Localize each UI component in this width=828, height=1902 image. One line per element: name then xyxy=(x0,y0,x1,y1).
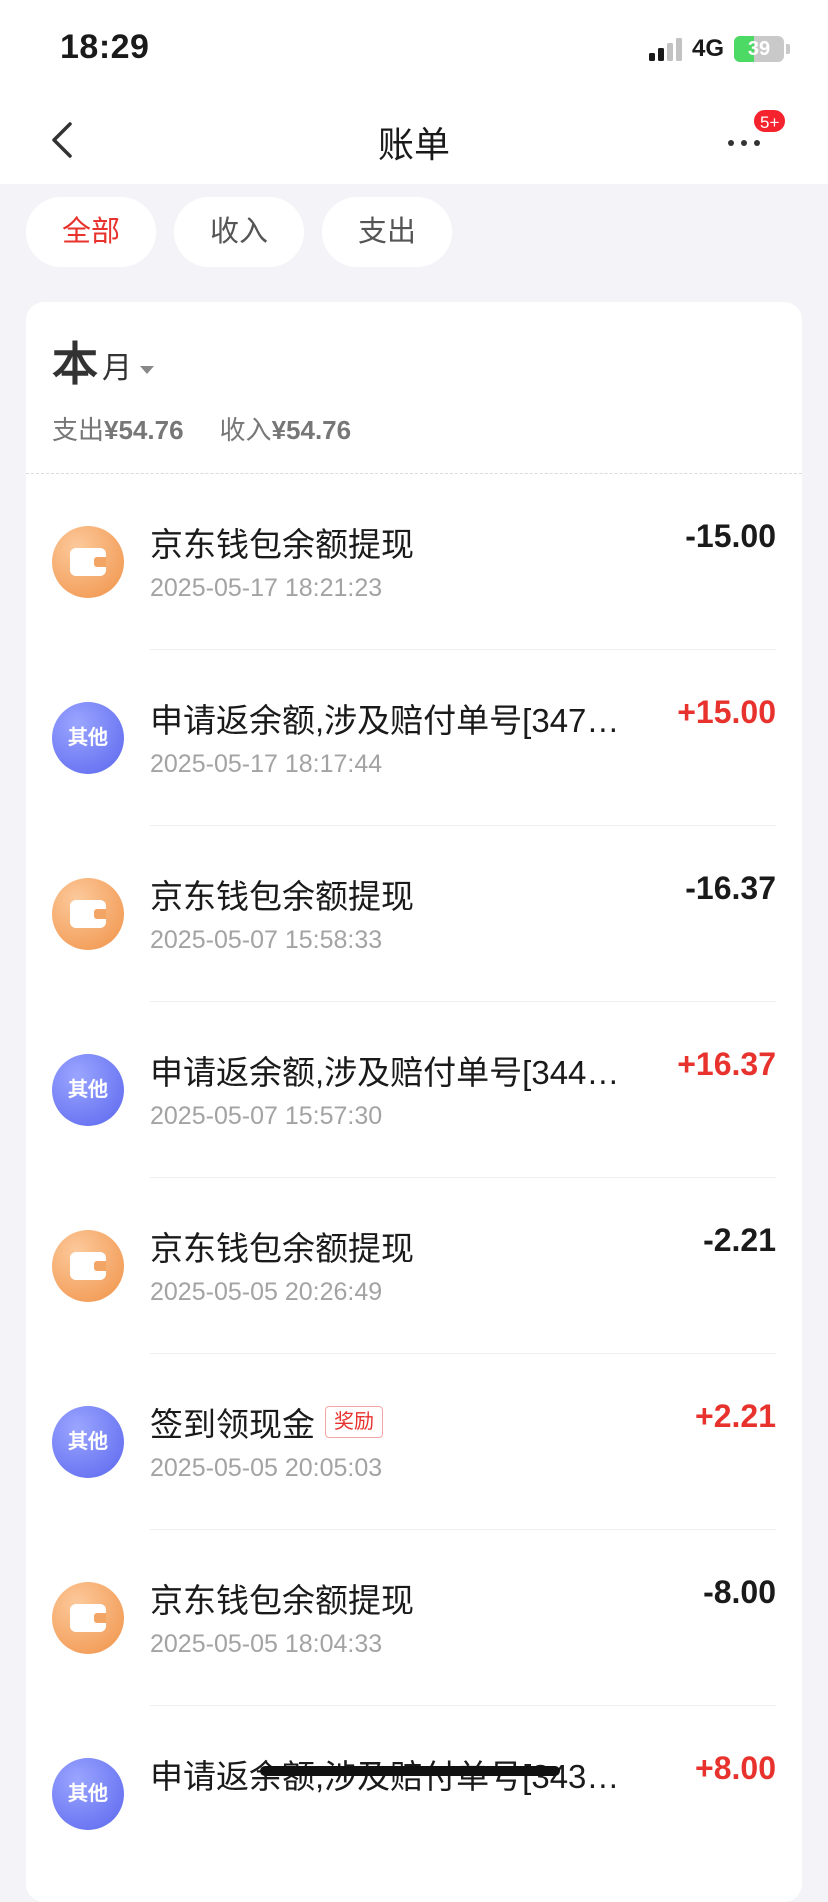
transaction-time: 2025-05-07 15:57:30 xyxy=(150,1102,383,1130)
transaction-time: 2025-05-05 18:04:33 xyxy=(150,1630,383,1658)
transaction-title: 京东钱包余额提现 xyxy=(150,1222,670,1270)
more-button[interactable]: 5+ xyxy=(728,108,788,164)
other-category-label: 其他 xyxy=(68,1783,108,1805)
transaction-title-text: 京东钱包余额提现 xyxy=(150,1582,414,1619)
transaction-time: 2025-05-05 20:26:49 xyxy=(150,1278,383,1306)
home-indicator[interactable] xyxy=(260,1766,560,1776)
transaction-amount: +15.00 xyxy=(677,694,776,730)
bill-card: 本 月 支出¥54.76 收入¥54.76 京东钱包余额提现 2025-05-1… xyxy=(26,302,802,1902)
transaction-title-text: 京东钱包余额提现 xyxy=(150,878,414,915)
income-total: 收入¥54.76 xyxy=(219,415,352,445)
transaction-amount: -2.21 xyxy=(703,1222,776,1258)
wallet-icon xyxy=(52,878,124,950)
transaction-title: 京东钱包余额提现 xyxy=(150,518,670,566)
period-summary: 本 月 支出¥54.76 收入¥54.76 xyxy=(26,302,802,474)
reward-tag: 奖励 xyxy=(325,1406,383,1438)
wallet-icon xyxy=(52,526,124,598)
transaction-amount: -16.37 xyxy=(685,870,776,906)
more-icon xyxy=(728,140,760,146)
wallet-glyph xyxy=(70,900,106,928)
wallet-icon xyxy=(52,1230,124,1302)
battery-icon: 39 xyxy=(734,36,784,62)
notification-badge: 5+ xyxy=(752,108,788,134)
transaction-title-text: 京东钱包余额提现 xyxy=(150,1230,414,1267)
transaction-time: 2025-05-17 18:17:44 xyxy=(150,750,383,778)
wallet-glyph xyxy=(70,1604,106,1632)
transaction-title-text: 申请返余额,涉及赔付单号[347… xyxy=(150,702,620,739)
other-icon: 其他 xyxy=(52,702,124,774)
transaction-row[interactable]: 其他 签到领现金 奖励 2025-05-05 20:05:03 +2.21 xyxy=(26,1354,802,1530)
status-indicators: 4G 39 xyxy=(648,34,790,64)
other-icon: 其他 xyxy=(52,1406,124,1478)
transaction-row[interactable]: 其他 申请返余额,涉及赔付单号[344… 2025-05-07 15:57:30… xyxy=(26,1002,802,1178)
signal-icon xyxy=(648,37,682,61)
period-label-small: 月 xyxy=(102,352,132,385)
transaction-amount: -15.00 xyxy=(685,518,776,554)
transaction-row[interactable]: 京东钱包余额提现 2025-05-17 18:21:23 -15.00 xyxy=(26,474,802,650)
transaction-amount: +2.21 xyxy=(695,1398,776,1434)
transaction-title-text: 签到领现金 xyxy=(150,1406,315,1443)
other-category-label: 其他 xyxy=(68,1079,108,1101)
transaction-amount: -8.00 xyxy=(703,1574,776,1610)
transaction-title-text: 京东钱包余额提现 xyxy=(150,526,414,563)
filter-tabs: 全部 收入 支出 xyxy=(26,197,452,267)
transaction-time: 2025-05-17 18:21:23 xyxy=(150,574,383,602)
filter-expense[interactable]: 支出 xyxy=(322,197,452,267)
transaction-row[interactable]: 京东钱包余额提现 2025-05-05 18:04:33 -8.00 xyxy=(26,1530,802,1706)
other-icon: 其他 xyxy=(52,1758,124,1830)
transaction-title-text: 申请返余额,涉及赔付单号[344… xyxy=(150,1054,620,1091)
status-time: 18:29 xyxy=(60,28,150,66)
battery-level: 39 xyxy=(747,38,771,60)
wallet-glyph xyxy=(70,1252,106,1280)
transaction-amount: +8.00 xyxy=(695,1750,776,1786)
filter-income[interactable]: 收入 xyxy=(174,197,304,267)
other-category-label: 其他 xyxy=(68,727,108,749)
transaction-row[interactable]: 其他 申请返余额,涉及赔付单号[343… +8.00 xyxy=(26,1706,802,1882)
transaction-list: 京东钱包余额提现 2025-05-17 18:21:23 -15.00 其他 申… xyxy=(26,474,802,1882)
other-category-label: 其他 xyxy=(68,1431,108,1453)
expense-total: 支出¥54.76 xyxy=(52,415,184,445)
transaction-amount: +16.37 xyxy=(677,1046,776,1082)
other-icon: 其他 xyxy=(52,1054,124,1126)
battery-cap xyxy=(786,44,790,54)
wallet-icon xyxy=(52,1582,124,1654)
status-bar: 18:29 4G 39 xyxy=(0,0,828,96)
transaction-row[interactable]: 其他 申请返余额,涉及赔付单号[347… 2025-05-17 18:17:44… xyxy=(26,650,802,826)
transaction-row[interactable]: 京东钱包余额提现 2025-05-05 20:26:49 -2.21 xyxy=(26,1178,802,1354)
transaction-title: 京东钱包余额提现 xyxy=(150,1574,670,1622)
wallet-glyph xyxy=(70,548,106,576)
page-title: 账单 xyxy=(377,124,450,165)
month-selector[interactable]: 本 月 xyxy=(52,338,154,390)
summary-totals: 支出¥54.76 收入¥54.76 xyxy=(52,410,351,447)
transaction-time: 2025-05-05 20:05:03 xyxy=(150,1454,383,1482)
transaction-title: 申请返余额,涉及赔付单号[344… xyxy=(150,1046,670,1094)
network-type: 4G xyxy=(691,35,724,62)
transaction-title: 申请返余额,涉及赔付单号[347… xyxy=(150,694,670,742)
transaction-row[interactable]: 京东钱包余额提现 2025-05-07 15:58:33 -16.37 xyxy=(26,826,802,1002)
transaction-title: 京东钱包余额提现 xyxy=(150,870,670,918)
period-label-big: 本 xyxy=(52,338,98,390)
transaction-time: 2025-05-07 15:58:33 xyxy=(150,926,383,954)
transaction-title: 签到领现金 奖励 xyxy=(150,1398,670,1446)
filter-all[interactable]: 全部 xyxy=(26,197,156,267)
nav-bar: 账单 5+ xyxy=(0,96,828,184)
caret-down-icon xyxy=(140,366,154,374)
